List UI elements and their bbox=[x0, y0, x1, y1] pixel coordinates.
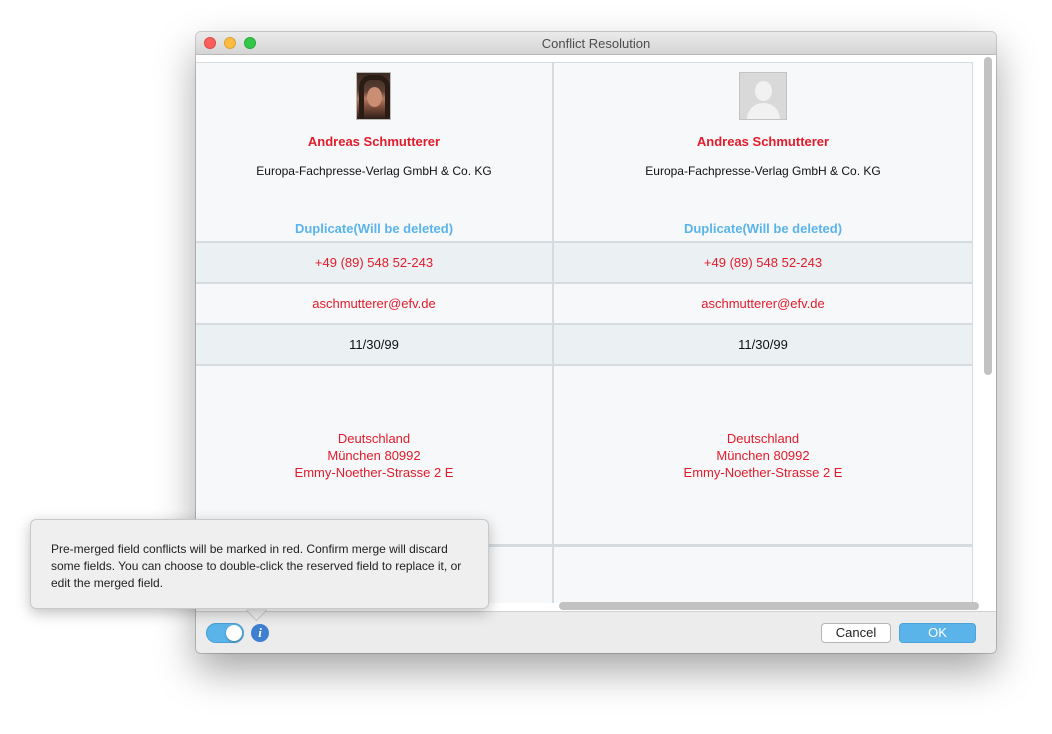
placeholder-avatar-icon bbox=[739, 72, 787, 120]
email-value: aschmutterer@efv.de bbox=[312, 296, 436, 311]
address-city: München 80992 bbox=[327, 447, 421, 463]
toggle-knob bbox=[226, 625, 242, 641]
address-street: Emmy-Noether-Strasse 2 E bbox=[683, 464, 843, 480]
contact-name: Andreas Schmutterer bbox=[307, 134, 441, 149]
phone-value: +49 (89) 548 52-243 bbox=[314, 255, 434, 270]
duplicate-status: Duplicate(Will be deleted) bbox=[294, 221, 454, 236]
help-tooltip: Pre-merged field conflicts will be marke… bbox=[30, 519, 489, 609]
avatar-body-shape bbox=[747, 103, 780, 119]
phone-value: +49 (89) 548 52-243 bbox=[703, 255, 823, 270]
contact-header-cell[interactable]: Andreas Schmutterer Europa-Fachpresse-Ve… bbox=[196, 63, 552, 243]
vertical-scrollbar[interactable] bbox=[984, 57, 992, 375]
title-bar[interactable]: Conflict Resolution bbox=[196, 32, 996, 55]
contact-company: Europa-Fachpresse-Verlag GmbH & Co. KG bbox=[256, 164, 492, 178]
extra-field-cell[interactable] bbox=[554, 546, 972, 603]
photo-face bbox=[367, 87, 382, 107]
date-value: 11/30/99 bbox=[349, 337, 399, 352]
window-title: Conflict Resolution bbox=[541, 36, 651, 51]
address-country: Deutschland bbox=[337, 430, 411, 446]
ok-button[interactable]: OK bbox=[899, 623, 976, 643]
record-column-right[interactable]: Andreas Schmutterer Europa-Fachpresse-Ve… bbox=[554, 63, 973, 603]
email-cell[interactable]: aschmutterer@efv.de bbox=[196, 284, 552, 325]
dialog-footer: i Cancel OK bbox=[196, 611, 996, 653]
info-icon[interactable]: i bbox=[251, 624, 269, 642]
address-country: Deutschland bbox=[726, 430, 800, 446]
date-cell[interactable]: 11/30/99 bbox=[196, 325, 552, 366]
contact-company: Europa-Fachpresse-Verlag GmbH & Co. KG bbox=[645, 164, 881, 178]
contact-photo bbox=[356, 72, 391, 120]
avatar-head-shape bbox=[755, 81, 772, 101]
date-value: 11/30/99 bbox=[738, 337, 788, 352]
address-city: München 80992 bbox=[716, 447, 810, 463]
contact-header-cell[interactable]: Andreas Schmutterer Europa-Fachpresse-Ve… bbox=[554, 63, 972, 243]
phone-cell[interactable]: +49 (89) 548 52-243 bbox=[196, 243, 552, 284]
address-cell[interactable]: Deutschland München 80992 Emmy-Noether-S… bbox=[554, 366, 972, 546]
cancel-button[interactable]: Cancel bbox=[821, 623, 891, 643]
email-value: aschmutterer@efv.de bbox=[701, 296, 825, 311]
contact-name: Andreas Schmutterer bbox=[696, 134, 830, 149]
date-cell[interactable]: 11/30/99 bbox=[554, 325, 972, 366]
address-street: Emmy-Noether-Strasse 2 E bbox=[294, 464, 454, 480]
tooltip-text: Pre-merged field conflicts will be marke… bbox=[51, 542, 462, 590]
horizontal-scrollbar[interactable] bbox=[559, 602, 979, 610]
merge-toggle[interactable] bbox=[206, 623, 244, 643]
duplicate-status: Duplicate(Will be deleted) bbox=[683, 221, 843, 236]
email-cell[interactable]: aschmutterer@efv.de bbox=[554, 284, 972, 325]
phone-cell[interactable]: +49 (89) 548 52-243 bbox=[554, 243, 972, 284]
